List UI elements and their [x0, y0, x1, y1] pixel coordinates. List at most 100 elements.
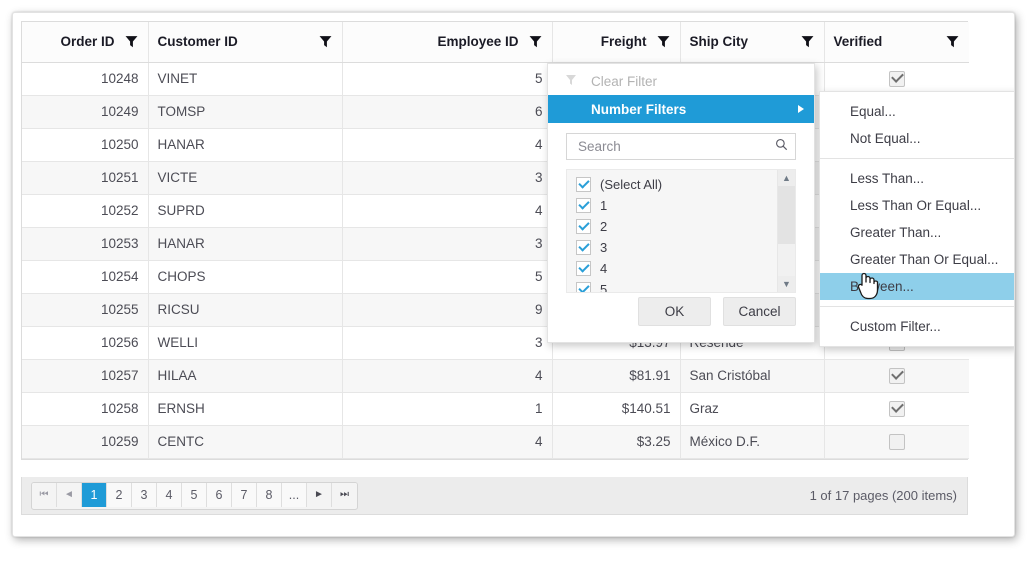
filter-icon[interactable] [657, 35, 671, 49]
verified-checkbox[interactable] [888, 70, 905, 87]
cell-customer_id: WELLI [148, 326, 343, 360]
pager-buttons: ⏮ ◄ 1 2 3 4 5 6 7 8... ► ⏭ [31, 481, 358, 510]
cell-order_id: 10254 [22, 260, 149, 294]
filter-item-checkbox[interactable] [576, 240, 591, 255]
table-row[interactable]: 10257 HILAA 4 $81.91 San Cristóbal [22, 359, 969, 393]
pager-page-2[interactable]: 2 [107, 482, 132, 507]
cell-customer_id: VINET [148, 62, 343, 96]
cancel-button[interactable]: Cancel [723, 297, 796, 326]
submenu-item-not-equal[interactable]: Not Equal... [820, 125, 1014, 152]
filter-item-checkbox[interactable] [576, 198, 591, 213]
submenu-separator [820, 306, 1014, 307]
filter-list-item[interactable]: 3 [576, 237, 777, 258]
cell-employee_id: 3 [342, 227, 553, 261]
verified-checkbox[interactable] [888, 433, 905, 450]
submenu-item-less-than-or-equal[interactable]: Less Than Or Equal... [820, 192, 1014, 219]
cell-employee_id: 3 [342, 161, 553, 195]
filter-icon[interactable] [946, 35, 960, 49]
column-header-label: Customer ID [157, 34, 238, 50]
filter-item-label: 4 [600, 261, 608, 276]
pager-page-6[interactable]: 6 [207, 482, 232, 507]
scrollbar-thumb[interactable] [778, 186, 795, 244]
search-input[interactable] [576, 138, 775, 155]
filter-icon[interactable] [801, 35, 815, 49]
cell-verified [824, 392, 969, 426]
cell-employee_id: 5 [342, 260, 553, 294]
verified-checkbox[interactable] [888, 400, 905, 417]
column-header-order_id[interactable]: Order ID [22, 22, 149, 63]
column-header-label: Order ID [60, 34, 115, 50]
last-page-icon[interactable]: ⏭ [332, 482, 357, 507]
filter-list-item[interactable]: 4 [576, 258, 777, 279]
next-page-icon[interactable]: ► [307, 482, 332, 507]
filter-list-item[interactable]: 1 [576, 195, 777, 216]
filter-item-checkbox[interactable] [576, 261, 591, 276]
number-filters-menu-item[interactable]: Number Filters [548, 95, 814, 123]
previous-page-icon[interactable]: ◄ [57, 482, 82, 507]
cell-order_id: 10253 [22, 227, 149, 261]
submenu-item-less-than[interactable]: Less Than... [820, 165, 1014, 192]
cell-customer_id: CENTC [148, 425, 343, 459]
filter-popup-buttons: OK Cancel [638, 297, 796, 326]
filter-icon[interactable] [125, 35, 139, 49]
cell-employee_id: 9 [342, 293, 553, 327]
column-header-ship_city[interactable]: Ship City [680, 22, 825, 63]
cell-customer_id: TOMSP [148, 95, 343, 129]
search-icon[interactable] [775, 138, 788, 156]
chevron-down-icon[interactable]: ▼ [778, 276, 795, 292]
filter-item-checkbox[interactable] [576, 282, 591, 292]
filter-item-label: 1 [600, 198, 608, 213]
number-filters-submenu: Equal... Not Equal... Less Than... Less Tha… [819, 91, 1014, 347]
submenu-item-greater-than[interactable]: Greater Than... [820, 219, 1014, 246]
pager-page-1[interactable]: 1 [82, 482, 107, 507]
column-header-customer_id[interactable]: Customer ID [148, 22, 343, 63]
chevron-right-icon [798, 105, 804, 113]
pager-page-8[interactable]: 8 [257, 482, 282, 507]
pager: ⏮ ◄ 1 2 3 4 5 6 7 8... ► ⏭ 1 of 17 pages (200 items… [21, 477, 968, 515]
column-header-employee_id[interactable]: Employee ID [342, 22, 553, 63]
ok-button[interactable]: OK [638, 297, 711, 326]
cell-employee_id: 4 [342, 128, 553, 162]
chevron-up-icon[interactable]: ▲ [778, 170, 795, 186]
table-row[interactable]: 10258 ERNSH 1 $140.51 Graz [22, 392, 969, 426]
filter-list-scrollbar[interactable]: ▲ ▼ [777, 170, 795, 292]
submenu-item-equal[interactable]: Equal... [820, 98, 1014, 125]
cell-freight: $3.25 [552, 425, 681, 459]
submenu-item-greater-than-or-equal[interactable]: Greater Than Or Equal... [820, 246, 1014, 273]
filter-icon [565, 74, 579, 89]
cell-order_id: 10250 [22, 128, 149, 162]
filter-list-item[interactable]: (Select All) [576, 174, 777, 195]
first-page-icon[interactable]: ⏮ [32, 482, 57, 507]
table-row[interactable]: 10259 CENTC 4 $3.25 México D.F. [22, 425, 969, 459]
filter-item-checkbox[interactable] [576, 219, 591, 234]
cell-customer_id: HILAA [148, 359, 343, 393]
filter-list-item[interactable]: 2 [576, 216, 777, 237]
filter-list-item[interactable]: 5 [576, 279, 777, 292]
filter-item-label: (Select All) [600, 177, 663, 192]
cell-order_id: 10259 [22, 425, 149, 459]
filter-icon[interactable] [529, 35, 543, 49]
cell-order_id: 10251 [22, 161, 149, 195]
cell-customer_id: SUPRD [148, 194, 343, 228]
pager-page-3[interactable]: 3 [132, 482, 157, 507]
submenu-item-custom-filter[interactable]: Custom Filter... [820, 313, 1014, 340]
pager-page-4[interactable]: 4 [157, 482, 182, 507]
pager-page-7[interactable]: 7 [232, 482, 257, 507]
submenu-item-between[interactable]: Between... [820, 273, 1014, 300]
pager-page-5[interactable]: 5 [182, 482, 207, 507]
cell-customer_id: CHOPS [148, 260, 343, 294]
verified-checkbox[interactable] [888, 367, 905, 384]
column-header-label: Employee ID [437, 34, 519, 50]
filter-search-box[interactable] [566, 133, 796, 160]
filter-item-checkbox[interactable] [576, 177, 591, 192]
pager-page-...[interactable]: ... [282, 482, 307, 507]
cell-ship_city: México D.F. [680, 425, 825, 459]
filter-icon[interactable] [319, 35, 333, 49]
number-filters-label: Number Filters [591, 101, 687, 117]
column-header-verified[interactable]: Verified [824, 22, 969, 63]
app-window: Order ID Customer ID Employee ID Freight Shi… [12, 12, 1015, 537]
column-header-freight[interactable]: Freight [552, 22, 681, 63]
clear-filter-menu-item[interactable]: Clear Filter [548, 67, 814, 95]
filter-item-label: 2 [600, 219, 608, 234]
cell-customer_id: HANAR [148, 227, 343, 261]
